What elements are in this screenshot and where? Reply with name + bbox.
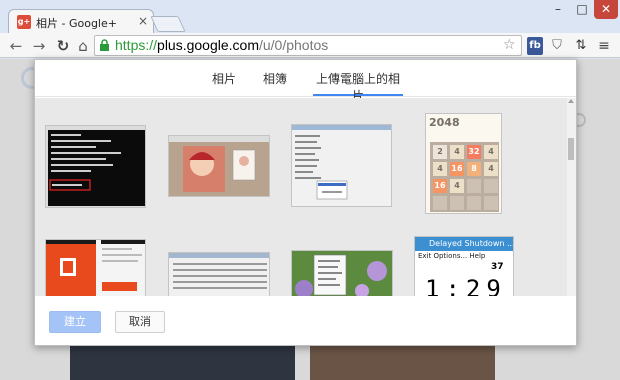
game-board: 2 4 32 4 4 16 8 4 16 4 [430, 142, 499, 212]
scroll-up-icon[interactable] [568, 99, 574, 103]
delayed-shutdown-title: Delayed Shutdown ... [415, 237, 513, 251]
game-cell: 16 [433, 179, 447, 193]
game-cell [467, 179, 481, 193]
delayed-shutdown-menu: Exit Options... Help [418, 252, 486, 260]
url-host: plus.google.com [157, 37, 259, 53]
cancel-button[interactable]: 取消 [115, 311, 165, 333]
game-cell [450, 196, 464, 210]
game-cell [467, 196, 481, 210]
reload-icon[interactable]: ↻ [54, 37, 72, 55]
game-cell: 4 [450, 179, 464, 193]
google-plus-icon: g+ [17, 15, 31, 29]
facebook-extension-icon[interactable]: fb [527, 37, 543, 55]
menu-icon[interactable]: ≡ [595, 37, 613, 55]
tab-photos[interactable]: g+ 相片 - Google+ × [8, 9, 154, 35]
create-button[interactable]: 建立 [49, 311, 101, 333]
delayed-shutdown-count: 37 [491, 262, 504, 272]
photo-thumbnail[interactable] [168, 135, 270, 197]
game-cell: 16 [450, 162, 464, 176]
game-cell: 8 [467, 162, 481, 176]
photo-thumbnail[interactable] [291, 124, 392, 207]
delayed-shutdown-time: 1:29 [425, 275, 507, 296]
tab-photos[interactable]: 相片 [210, 70, 238, 96]
photo-thumbnail[interactable] [45, 125, 146, 208]
tab-albums[interactable]: 相簿 [263, 70, 287, 96]
photo-thumbnail[interactable] [291, 250, 393, 296]
bookmark-star-icon[interactable]: ☆ [503, 37, 516, 53]
game-cell [433, 196, 447, 210]
game-cell: 32 [467, 145, 481, 159]
maximize-button[interactable]: □ [571, 0, 593, 19]
forward-icon[interactable]: → [30, 37, 48, 55]
game-cell: 4 [450, 145, 464, 159]
background-photo [70, 346, 295, 380]
minimize-button[interactable]: – [546, 0, 570, 19]
tab-upload-from-computer[interactable]: 上傳電腦上的相片 [313, 70, 403, 103]
background-photo [310, 346, 495, 380]
tab-title: 相片 - Google+ [36, 17, 117, 30]
back-icon[interactable]: ← [7, 37, 25, 55]
game-cell [484, 196, 498, 210]
dialog-tab-bar: 相片 相簿 上傳電腦上的相片 [35, 60, 576, 103]
shield-extension-icon[interactable]: ⛉ [549, 37, 565, 55]
new-tab-button[interactable] [150, 16, 186, 32]
address-bar[interactable]: https://plus.google.com/u/0/photos ☆ [94, 35, 522, 56]
game-cell [484, 179, 498, 193]
browser-toolbar: ← → ↻ ⌂ https://plus.google.com/u/0/phot… [0, 33, 620, 58]
delayed-shutdown-thumbnail[interactable]: Delayed Shutdown ... Exit Options... Hel… [414, 236, 514, 296]
game-cell: 2 [433, 145, 447, 159]
game-cell: 4 [433, 162, 447, 176]
photo-picker-dialog: 相片 相簿 上傳電腦上的相片 2048 2 4 32 4 4 16 8 4 16… [34, 59, 577, 346]
close-icon[interactable]: × [138, 14, 148, 28]
tab-strip: g+ 相片 - Google+ × – □ ✕ [0, 0, 620, 35]
dialog-footer: 建立 取消 [35, 296, 576, 345]
photo-grid: 2048 2 4 32 4 4 16 8 4 16 4 Delayed Shut… [35, 98, 576, 296]
photo-thumbnail[interactable] [45, 239, 146, 296]
url-text: https://plus.google.com/u/0/photos [115, 37, 328, 53]
scrollbar[interactable] [567, 98, 576, 296]
scroll-thumb[interactable] [568, 138, 574, 160]
url-path: /u/0/photos [258, 37, 329, 53]
lock-icon [99, 39, 111, 52]
home-icon[interactable]: ⌂ [74, 37, 92, 55]
game-cell: 4 [484, 162, 498, 176]
url-scheme: https:// [115, 37, 158, 53]
window-close-button[interactable]: ✕ [594, 0, 618, 19]
game-title: 2048 [429, 116, 460, 129]
download-extension-icon[interactable]: ⇅ [572, 37, 590, 55]
photo-thumbnail[interactable] [168, 252, 270, 296]
game-cell: 4 [484, 145, 498, 159]
game-2048-thumbnail[interactable]: 2048 2 4 32 4 4 16 8 4 16 4 [425, 113, 502, 214]
browser-window: g+ 相片 - Google+ × – □ ✕ ← → ↻ ⌂ https://… [0, 0, 620, 380]
